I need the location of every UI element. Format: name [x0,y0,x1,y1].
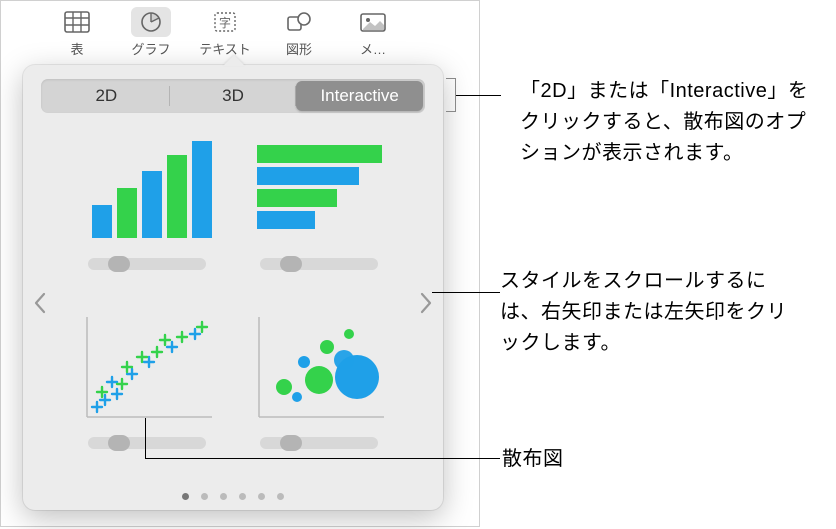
column-chart-icon [77,133,217,248]
toolbar: 表 グラフ 字 テキスト [1,1,479,59]
callout-scatter: 散布図 [502,444,564,475]
callout-tabs: 「2D」または「Interactive」をクリックすると、散布図のオプションが表… [520,76,820,169]
chart-option-bar[interactable] [243,133,395,294]
media-icon [360,11,386,33]
segment-2d[interactable]: 2D [43,81,170,111]
chart-option-scatter[interactable] [71,312,223,473]
chart-popover: 2D 3D Interactive [23,65,443,510]
chart-type-segmented: 2D 3D Interactive [41,79,425,113]
scatter-chart-icon [77,312,217,427]
prev-style-arrow[interactable] [25,283,55,323]
toolbar-shape[interactable]: 図形 [271,7,327,59]
shape-icon [286,11,312,33]
toolbar-label: 表 [70,39,83,58]
toolbar-text[interactable]: 字 テキスト [197,7,253,59]
toolbar-media[interactable]: メ… [345,7,401,59]
callout-leader [456,95,501,96]
callout-arrows: スタイルをスクロールするには、右矢印または左矢印をクリックします。 [500,266,800,359]
chart-option-bubble[interactable] [243,312,395,473]
svg-text:字: 字 [219,15,231,30]
chevron-right-icon [419,292,433,314]
toolbar-label: グラフ [131,39,170,58]
bubble-chart-icon [249,312,389,427]
toolbar-table[interactable]: 表 [49,7,105,59]
slider-icon [88,258,206,270]
table-icon [64,11,90,33]
page-dot[interactable] [258,493,265,500]
chart-icon [138,11,164,33]
callout-bracket [446,78,456,112]
page-dots [23,493,443,500]
toolbar-chart[interactable]: グラフ [123,7,179,59]
callout-leader [432,292,500,293]
page-dot[interactable] [239,493,246,500]
toolbar-label: メ… [360,39,386,58]
chevron-left-icon [33,292,47,314]
callout-leader [145,458,500,459]
next-style-arrow[interactable] [411,283,441,323]
segment-3d[interactable]: 3D [170,81,297,111]
slider-icon [260,258,378,270]
page-dot[interactable] [277,493,284,500]
bar-chart-icon [249,133,389,248]
slider-icon [260,437,378,449]
toolbar-label: 図形 [286,39,312,58]
chart-option-column[interactable] [71,133,223,294]
text-icon: 字 [212,11,238,33]
page-dot[interactable] [220,493,227,500]
segment-interactive[interactable]: Interactive [296,81,423,111]
page-dot[interactable] [182,493,189,500]
slider-icon [88,437,206,449]
callout-leader [145,418,146,458]
page-dot[interactable] [201,493,208,500]
